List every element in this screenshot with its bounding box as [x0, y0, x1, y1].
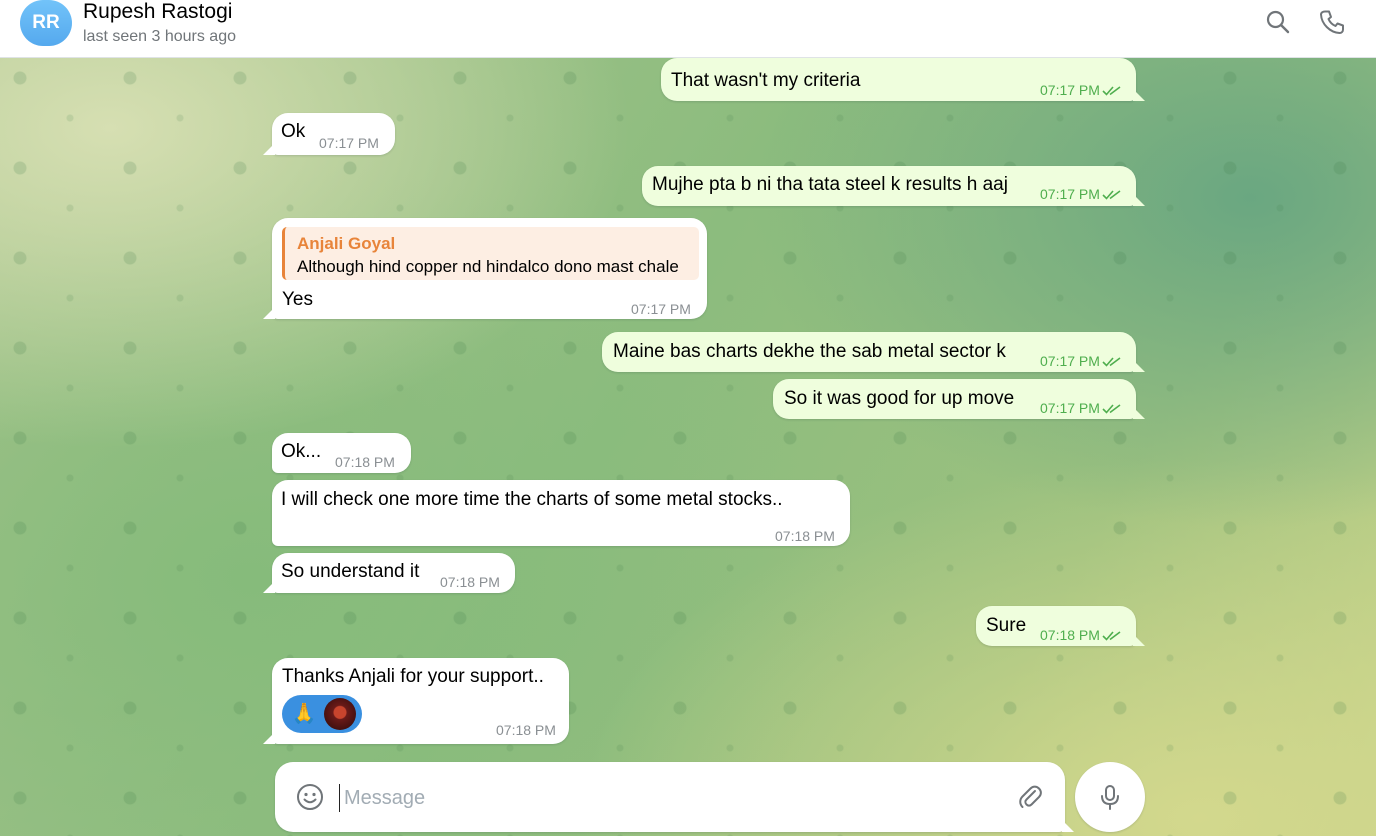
reply-text: Although hind copper nd hindalco dono ma… — [297, 257, 679, 276]
message-bubble[interactable]: I will check one more time the charts of… — [272, 480, 850, 546]
attach-icon[interactable] — [1015, 782, 1045, 812]
pray-emoji-icon: 🙏 — [291, 701, 317, 727]
message-bubble[interactable]: Ok... 07:18 PM — [272, 433, 411, 473]
message-bubble[interactable]: Thanks Anjali for your support.. 🙏 07:18… — [263, 658, 569, 744]
message-time: 07:17 PM — [1040, 79, 1122, 101]
message-bubble[interactable]: That wasn't my criteria 07:17 PM — [661, 58, 1145, 101]
message-time: 07:17 PM — [631, 301, 691, 317]
message-time: 07:18 PM — [775, 528, 835, 544]
message-time: 07:17 PM — [1040, 183, 1122, 205]
message-bubble[interactable]: Anjali Goyal Although hind copper nd hin… — [263, 218, 707, 319]
double-check-icon — [1102, 357, 1121, 367]
message-text: Ok — [281, 121, 306, 142]
double-check-icon — [1102, 190, 1121, 200]
message-time: 07:18 PM — [1040, 624, 1122, 646]
search-icon[interactable] — [1264, 8, 1292, 36]
message-bubble[interactable]: Maine bas charts dekhe the sab metal sec… — [602, 332, 1145, 372]
double-check-icon — [1102, 404, 1121, 414]
message-time: 07:18 PM — [440, 574, 500, 590]
reply-author: Anjali Goyal — [297, 234, 396, 253]
message-time: 07:17 PM — [319, 135, 379, 151]
message-text: Ok... — [281, 441, 322, 462]
message-text: So understand it — [281, 561, 420, 582]
message-time: 07:18 PM — [496, 722, 556, 738]
message-text: That wasn't my criteria — [671, 70, 861, 91]
double-check-icon — [1102, 86, 1121, 96]
message-text: Maine bas charts dekhe the sab metal sec… — [613, 341, 1006, 362]
message-time: 07:18 PM — [335, 454, 395, 470]
chat-area[interactable]: That wasn't my criteria 07:17 PM Ok 07:1… — [0, 58, 1376, 836]
avatar[interactable]: RR — [20, 0, 72, 46]
chat-header: RR Rupesh Rastogi last seen 3 hours ago — [0, 0, 1376, 58]
message-text: Yes — [282, 289, 313, 310]
message-bubble[interactable]: So understand it 07:18 PM — [263, 553, 515, 593]
message-time: 07:17 PM — [1040, 350, 1122, 372]
message-bubble[interactable]: So it was good for up move 07:17 PM — [773, 379, 1145, 419]
microphone-button[interactable] — [1075, 762, 1145, 832]
message-time: 07:17 PM — [1040, 397, 1122, 419]
microphone-icon — [1101, 785, 1119, 810]
message-text: So it was good for up move — [784, 388, 1015, 409]
double-check-icon — [1102, 631, 1121, 641]
message-composer — [275, 762, 1074, 832]
message-bubble[interactable]: Ok 07:17 PM — [263, 113, 395, 155]
quoted-reply[interactable]: Anjali Goyal Although hind copper nd hin… — [282, 227, 699, 280]
phone-icon[interactable] — [1318, 8, 1346, 36]
emoji-icon[interactable] — [295, 782, 325, 812]
reaction-pill[interactable]: 🙏 — [282, 695, 362, 733]
message-bubble[interactable]: Mujhe pta b ni tha tata steel k results … — [642, 166, 1145, 206]
last-seen-status: last seen 3 hours ago — [83, 28, 236, 45]
message-bubble[interactable]: Sure 07:18 PM — [976, 606, 1145, 646]
message-text: Sure — [986, 615, 1027, 636]
message-input[interactable] — [339, 784, 946, 812]
message-text: I will check one more time the charts of… — [281, 489, 783, 510]
message-text: Mujhe pta b ni tha tata steel k results … — [652, 174, 1008, 195]
reactor-avatar — [324, 698, 356, 730]
contact-name[interactable]: Rupesh Rastogi — [83, 0, 232, 24]
message-text: Thanks Anjali for your support.. — [282, 666, 544, 687]
